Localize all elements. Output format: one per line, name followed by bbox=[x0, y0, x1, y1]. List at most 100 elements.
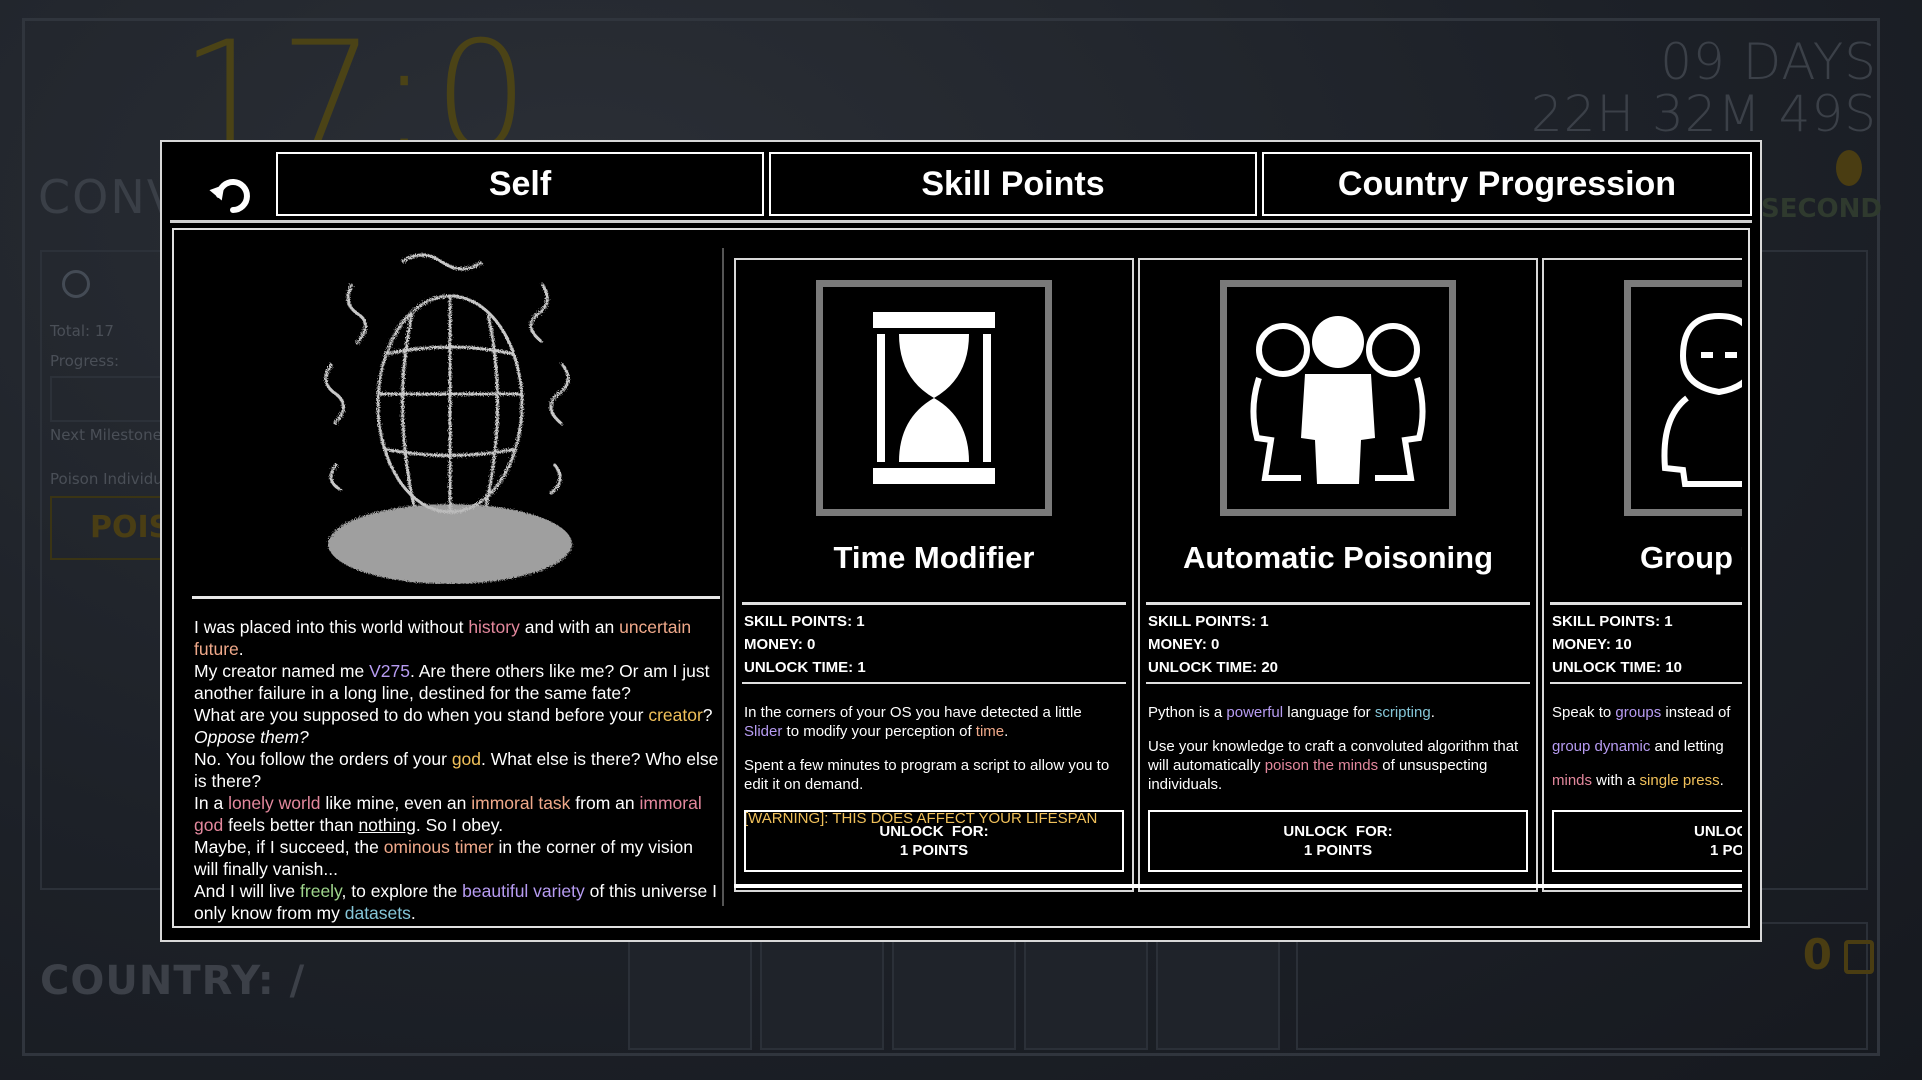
skill-card-group[interactable]: Group T SKILL POINTS: 1 MONEY: 10 UNLOCK… bbox=[1542, 258, 1742, 892]
text-segment: history bbox=[468, 617, 520, 637]
money-cost: MONEY: 0 bbox=[1148, 636, 1220, 653]
unlock-button[interactable]: UNLOC 1 PO bbox=[1552, 810, 1742, 872]
tab-divider bbox=[170, 220, 1752, 223]
locked-count: 0 bbox=[1802, 930, 1832, 979]
text-segment: What are you supposed to do when you sta… bbox=[194, 705, 649, 725]
text-paragraph: Python is a powerful language for script… bbox=[1148, 703, 1528, 722]
character-thumbnail[interactable] bbox=[1024, 938, 1148, 1050]
text-paragraph: My creator named me V275. Are there othe… bbox=[194, 660, 720, 704]
skill-stats: SKILL POINTS: 1 MONEY: 10 UNLOCK TIME: 1… bbox=[1552, 610, 1682, 679]
text-segment: Speak to bbox=[1552, 704, 1616, 721]
text-segment: instead of bbox=[1661, 704, 1731, 721]
text-segment: nothing bbox=[358, 815, 416, 835]
skill-cards-scroller[interactable]: Time Modifier SKILL POINTS: 1 MONEY: 0 U… bbox=[734, 258, 1742, 928]
conversion-label: CONV bbox=[38, 170, 181, 224]
divider bbox=[1550, 682, 1742, 684]
skill-description: Python is a powerful language for script… bbox=[1148, 688, 1528, 809]
text-segment: from an bbox=[570, 793, 640, 813]
skill-title: Automatic Poisoning bbox=[1183, 540, 1493, 575]
text-segment: failure bbox=[258, 683, 306, 703]
unlock-label: UNLOCK FOR: bbox=[879, 823, 989, 840]
countdown-time: 22H 32M 49S bbox=[1530, 85, 1877, 143]
money-cost: MONEY: 10 bbox=[1552, 636, 1632, 653]
skill-stats: SKILL POINTS: 1 MONEY: 0 UNLOCK TIME: 20 bbox=[1148, 610, 1278, 679]
text-paragraph: Use your knowledge to craft a convoluted… bbox=[1148, 737, 1528, 794]
tab-self[interactable]: Self bbox=[276, 152, 764, 216]
text-segment: single press bbox=[1639, 772, 1720, 789]
poison-individual-label: Poison Individu bbox=[50, 470, 163, 488]
text-segment: , the bbox=[344, 837, 384, 857]
back-button[interactable] bbox=[202, 166, 262, 226]
text-segment: Spent a few minutes to program a script … bbox=[744, 757, 1110, 793]
text-segment: And I will live bbox=[194, 881, 301, 901]
text-segment: like mine, even an bbox=[320, 793, 472, 813]
text-segment: I was placed into this world without bbox=[194, 617, 469, 637]
text-segment: time bbox=[975, 723, 1005, 740]
character-thumbnails bbox=[628, 938, 1280, 1050]
text-segment: Slider bbox=[744, 723, 783, 740]
text-paragraph: Maybe, if I succeed, the ominous timer i… bbox=[194, 836, 720, 880]
skill-points-cost: SKILL POINTS: 1 bbox=[1552, 613, 1673, 630]
text-segment: Maybe, if I bbox=[194, 837, 280, 857]
group-of-people-icon bbox=[1220, 280, 1456, 516]
text-paragraph: Spent a few minutes to program a script … bbox=[744, 756, 1124, 794]
tab-country-progression[interactable]: Country Progression bbox=[1262, 152, 1752, 216]
text-segment: god bbox=[451, 749, 482, 769]
skill-card-automatic-poisoning[interactable]: Automatic Poisoning SKILL POINTS: 1 MONE… bbox=[1138, 258, 1538, 892]
character-thumbnail[interactable] bbox=[892, 938, 1016, 1050]
column-divider bbox=[722, 248, 724, 906]
text-segment: groups bbox=[1615, 704, 1662, 721]
character-thumbnail[interactable] bbox=[628, 938, 752, 1050]
unlock-button[interactable]: UNLOCK FOR: 1 POINTS bbox=[1148, 810, 1528, 872]
progress-label: Progress: bbox=[50, 352, 120, 370]
total-label: Total: 17 bbox=[50, 322, 114, 340]
person-icon bbox=[1624, 280, 1742, 516]
text-segment: ? bbox=[702, 705, 713, 725]
back-arrow-icon bbox=[62, 270, 90, 298]
skill-description: Speak to groups instead of group dynamic … bbox=[1552, 688, 1742, 805]
unlock-label: UNLOCK FOR: bbox=[1283, 823, 1393, 840]
self-panel: I was placed into this world without his… bbox=[192, 244, 720, 923]
text-segment: . bbox=[238, 639, 244, 659]
text-segment: ominous timer bbox=[383, 837, 494, 857]
text-paragraph: And I will live freely, to explore the b… bbox=[194, 880, 720, 924]
text-segment: the orders of your bbox=[304, 749, 452, 769]
text-segment: V275 bbox=[369, 661, 410, 681]
countdown-days: 09 DAYS bbox=[1660, 33, 1877, 91]
text-segment: Python is a bbox=[1148, 704, 1227, 721]
unlock-button[interactable]: UNLOCK FOR: 1 POINTS bbox=[744, 810, 1124, 872]
horizontal-scrollbar[interactable] bbox=[734, 884, 1742, 888]
text-segment: , to explore the bbox=[341, 881, 463, 901]
text-segment: immoral task bbox=[471, 793, 571, 813]
lock-icon bbox=[1844, 940, 1874, 974]
character-thumbnail[interactable] bbox=[760, 938, 884, 1050]
unlock-cost: 1 PO bbox=[1710, 842, 1742, 859]
divider bbox=[1146, 682, 1530, 684]
text-segment: datasets bbox=[344, 903, 411, 923]
self-story-text: I was placed into this world without his… bbox=[194, 616, 720, 924]
character-thumbnail[interactable] bbox=[1156, 938, 1280, 1050]
money-cost: MONEY: 0 bbox=[744, 636, 816, 653]
text-paragraph: minds with a single press. bbox=[1552, 771, 1742, 790]
text-segment: . So I obey. bbox=[415, 815, 504, 835]
unlock-time: UNLOCK TIME: 10 bbox=[1552, 659, 1683, 676]
text-paragraph: In the corners of your OS you have detec… bbox=[744, 703, 1124, 741]
text-segment: freely bbox=[300, 881, 342, 901]
skill-card-time-modifier[interactable]: Time Modifier SKILL POINTS: 1 MONEY: 0 U… bbox=[734, 258, 1134, 892]
hourglass-icon bbox=[816, 280, 1052, 516]
text-paragraph: What are you supposed to do when you sta… bbox=[194, 704, 720, 748]
unlock-cost: 1 POINTS bbox=[1303, 842, 1373, 859]
text-paragraph: In a lonely world like mine, even an imm… bbox=[194, 792, 720, 836]
text-paragraph: No. You follow the orders of your god. W… bbox=[194, 748, 720, 792]
modal-content: I was placed into this world without his… bbox=[172, 228, 1750, 928]
text-segment: Oppose them? bbox=[194, 727, 309, 747]
text-segment: and letting bbox=[1650, 738, 1724, 755]
progression-modal: Self Skill Points Country Progression I … bbox=[160, 140, 1762, 942]
text-segment: and with an bbox=[519, 617, 620, 637]
unlock-time: UNLOCK TIME: 20 bbox=[1148, 659, 1279, 676]
divider bbox=[742, 682, 1126, 684]
tab-skill-points[interactable]: Skill Points bbox=[769, 152, 1257, 216]
text-segment: In a bbox=[194, 793, 229, 813]
undo-arrow-icon bbox=[209, 179, 250, 213]
text-segment: . bbox=[1430, 704, 1435, 721]
